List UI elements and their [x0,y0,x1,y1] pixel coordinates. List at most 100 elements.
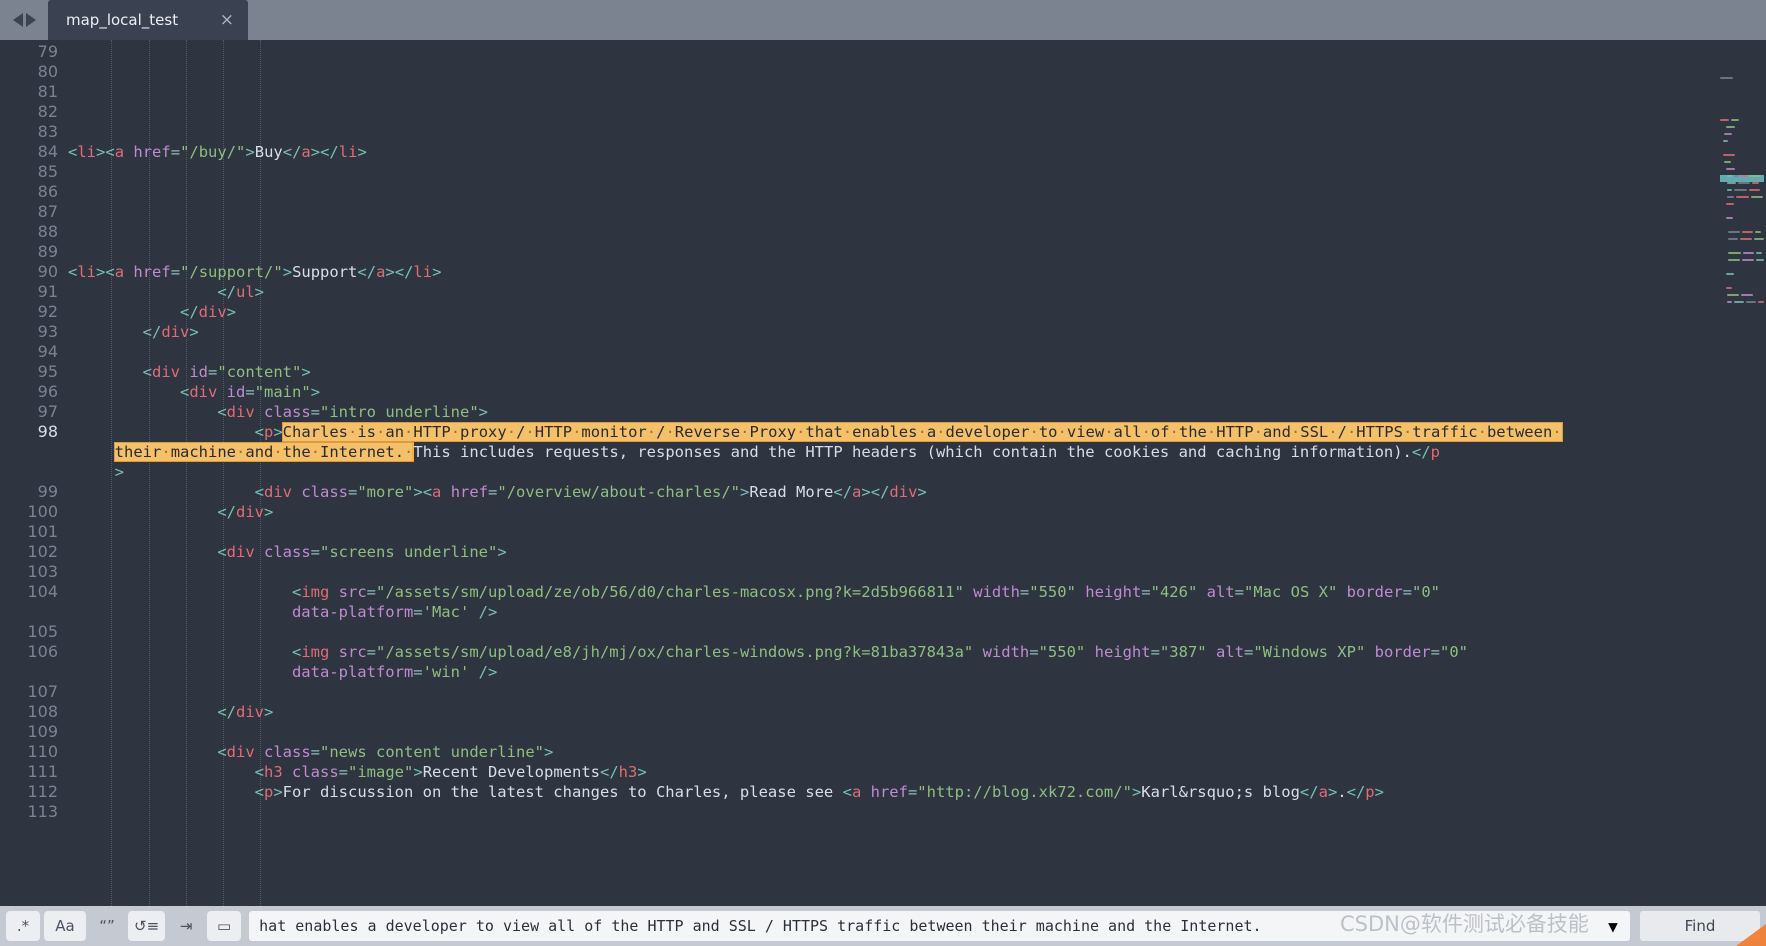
code-line[interactable]: <li><a href="/support/">Support</a></li> [68,262,441,282]
line-number: 113 [0,802,58,822]
code-line[interactable]: <div class="news content underline"> [68,742,553,762]
line-number: 92 [0,302,58,322]
wrap-search-button[interactable]: ↺≡ [128,911,165,941]
minimap-line [1728,252,1740,254]
line-number: 82 [0,102,58,122]
minimap-line [1758,301,1764,303]
minimap-line [1727,175,1732,177]
minimap[interactable] [1718,40,1766,906]
code-line[interactable]: <p>For discussion on the latest changes … [68,782,1384,802]
minimap-line [1741,175,1747,177]
line-number: 111 [0,762,58,782]
code-line-wrapped[interactable]: > [68,462,124,482]
code-line-wrapped[interactable]: their·machine·and·the·Internet.·This inc… [68,442,1440,462]
minimap-line [1726,203,1734,205]
code-content[interactable]: <li><a href="/buy/">Buy</a></li> <li><a h… [68,40,1718,906]
minimap-line [1726,126,1735,128]
line-number: 107 [0,682,58,702]
line-number: 89 [0,242,58,262]
minimap-line [1728,259,1740,261]
whole-word-button[interactable]: “” [90,911,124,941]
code-line[interactable]: <h3 class="image">Recent Developments</h… [68,762,647,782]
code-line[interactable]: <img src="/assets/sm/upload/e8/jh/mj/ox/… [68,642,1468,662]
minimap-line [1736,196,1749,198]
minimap-line [1743,252,1754,254]
line-number: 105 [0,622,58,642]
line-number: 110 [0,742,58,762]
minimap-line [1755,231,1760,233]
minimap-line [1726,168,1736,170]
code-line[interactable]: </div> [68,502,273,522]
code-line-wrapped[interactable]: data-platform='win' /> [68,662,497,682]
code-editor[interactable]: 79 80 81 82 83 84 85 86 87 88 89 90 91 92 93 94 95 96 97 98… [0,40,1766,906]
line-number: 102 [0,542,58,562]
line-number: 95 [0,362,58,382]
minimap-line [1723,154,1735,156]
minimap-line [1754,238,1764,240]
code-line[interactable]: <div class="more"><a href="/overview/abo… [68,482,927,502]
line-number: 100 [0,502,58,522]
line-number: 97 [0,402,58,422]
in-selection-button[interactable]: ⇥ [169,911,203,941]
minimap-line [1749,175,1761,177]
code-line[interactable]: <img src="/assets/sm/upload/ze/ob/56/d0/… [68,582,1440,602]
nav-forward-icon[interactable] [26,13,36,27]
line-number: 83 [0,122,58,142]
minimap-line [1727,182,1736,184]
line-number: 81 [0,82,58,102]
minimap-line [1734,189,1746,191]
minimap-line [1724,133,1732,135]
code-line[interactable]: </ul> [68,282,264,302]
minimap-line [1727,189,1732,191]
find-bar[interactable]: .* Aa “” ↺≡ ⇥ ▭ ▼ Find [0,906,1766,946]
minimap-line [1749,189,1760,191]
find-input[interactable] [249,911,1596,941]
minimap-line [1740,238,1751,240]
line-number: 112 [0,782,58,802]
minimap-line [1734,175,1739,177]
code-line[interactable]: <p>Charles·is·an·HTTP·proxy·/·HTTP·monit… [68,422,1562,442]
minimap-line [1727,301,1732,303]
code-line[interactable]: <div id="content"> [68,362,311,382]
line-number: 96 [0,382,58,402]
highlight-results-button[interactable]: ▭ [207,911,241,941]
tab-label: map_local_test [66,11,186,29]
line-number: 106 [0,642,58,662]
line-number-gutter: 79 80 81 82 83 84 85 86 87 88 89 90 91 92 93 94 95 96 97 98… [0,40,68,906]
regex-toggle-button[interactable]: .* [6,911,40,941]
tab-bar: map_local_test × [0,0,1766,40]
chevron-down-icon[interactable]: ▼ [1596,911,1630,941]
minimap-line [1726,287,1732,289]
minimap-line [1751,196,1764,198]
code-line[interactable]: </div> [68,322,199,342]
minimap-line [1727,294,1739,296]
match-case-button[interactable]: Aa [44,911,86,941]
line-number: 101 [0,522,58,542]
code-line[interactable]: <div class="screens underline"> [68,542,507,562]
code-line-wrapped[interactable]: data-platform='Mac' /> [68,602,497,622]
code-line[interactable]: <div id="main"> [68,382,320,402]
minimap-line [1738,182,1750,184]
line-number: 94 [0,342,58,362]
close-icon[interactable]: × [220,12,234,29]
line-number: 86 [0,182,58,202]
minimap-line [1724,161,1731,163]
line-number: 84 [0,142,58,162]
code-line[interactable]: <li><a href="/buy/">Buy</a></li> [68,142,367,162]
tab-map-local-test[interactable]: map_local_test × [48,0,248,40]
minimap-line [1728,238,1738,240]
minimap-line [1726,273,1735,275]
minimap-line [1742,259,1754,261]
code-line[interactable]: <div class="intro underline"> [68,402,488,422]
line-number: 93 [0,322,58,342]
minimap-line [1746,301,1756,303]
code-line[interactable]: </div> [68,702,273,722]
nav-back-icon[interactable] [13,13,23,27]
minimap-line [1756,252,1763,254]
find-input-wrapper[interactable]: ▼ [249,911,1630,941]
code-line[interactable]: </div> [68,302,236,322]
line-number: 90 [0,262,58,282]
minimap-line [1734,301,1744,303]
tab-nav-arrows[interactable] [0,0,48,40]
minimap-line [1742,231,1753,233]
